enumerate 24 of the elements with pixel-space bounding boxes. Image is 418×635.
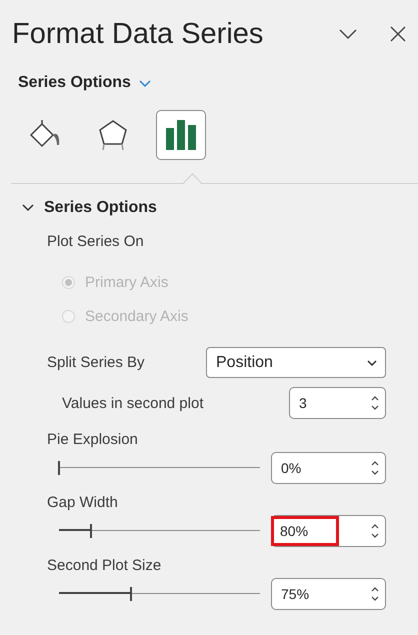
radio-label: Secondary Axis xyxy=(85,308,188,325)
section-header[interactable]: Series Options xyxy=(22,199,157,217)
category-tab[interactable] xyxy=(156,110,206,160)
field-label: Pie Explosion xyxy=(47,431,139,448)
field-label: Plot Series On xyxy=(47,233,145,250)
radio-label: Primary Axis xyxy=(85,274,168,291)
slider-thumb[interactable] xyxy=(130,587,132,601)
chevron-down-icon xyxy=(138,80,151,86)
pentagon-icon xyxy=(97,118,129,152)
field-label: Split Series By xyxy=(47,354,145,371)
percent-field[interactable]: 75% xyxy=(271,578,386,610)
slider-thumb[interactable] xyxy=(90,524,92,538)
bar-chart-icon xyxy=(164,119,198,151)
percent-field[interactable]: 0% xyxy=(271,452,386,484)
split-series-dropdown[interactable]: Position xyxy=(206,347,386,378)
field-label: Second Plot Size xyxy=(47,557,162,574)
chevron-icon xyxy=(22,204,34,212)
number-field[interactable]: 3 xyxy=(289,387,386,419)
percent-field[interactable]: 80% xyxy=(271,515,386,547)
field-label: Values in second plot xyxy=(62,394,204,412)
series-options-menu[interactable]: Series Options xyxy=(18,74,151,92)
chevron-down-icon xyxy=(367,360,377,366)
field-label: Gap Width xyxy=(47,494,119,511)
pane-title: Format Data Series xyxy=(12,18,264,50)
